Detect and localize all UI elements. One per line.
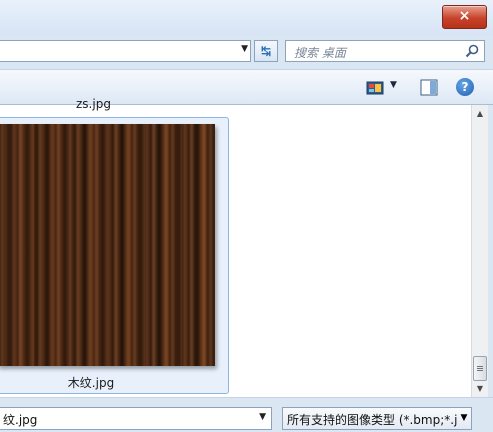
scroll-down-icon[interactable]: ▼: [472, 380, 488, 397]
search-icon[interactable]: [464, 43, 480, 59]
chevron-down-icon[interactable]: ▼: [259, 412, 266, 422]
list-item-label[interactable]: zs.jpg: [76, 97, 111, 111]
vertical-scrollbar[interactable]: ▲ ▼: [471, 105, 488, 397]
refresh-arrows-icon: ↹: [260, 44, 272, 58]
refresh-button[interactable]: ↹: [254, 40, 278, 62]
address-bar[interactable]: ▼: [0, 40, 251, 62]
file-list: zs.jpg 木纹.jpg: [0, 97, 471, 397]
list-item-label: 木纹.jpg: [67, 376, 115, 390]
preview-pane-icon[interactable]: [420, 79, 438, 96]
filename-input[interactable]: 纹.jpg ▼: [0, 407, 272, 430]
filename-value: 纹.jpg: [3, 413, 38, 427]
title-bar: ×: [0, 0, 493, 36]
scroll-thumb[interactable]: [473, 356, 487, 381]
grip-line: [477, 368, 483, 369]
grip-line: [477, 366, 483, 367]
chevron-down-icon[interactable]: ▼: [241, 44, 248, 54]
scroll-up-icon[interactable]: ▲: [472, 105, 488, 122]
file-open-dialog: × ▼ ↹ 搜索 桌面 ▼ ? zs.jpg 木纹.jpg ▲ ▼ 纹.jpg …: [0, 0, 493, 432]
grip-line: [477, 370, 483, 371]
search-input[interactable]: 搜索 桌面: [285, 40, 485, 62]
list-item-selected[interactable]: 木纹.jpg: [0, 117, 229, 394]
bottom-bar: 纹.jpg ▼ 所有支持的图像类型 (*.bmp;*.j ▼: [0, 397, 493, 432]
toolbar: ▼ ?: [0, 69, 493, 105]
change-view-icon[interactable]: [366, 80, 384, 96]
help-button[interactable]: ?: [456, 78, 474, 96]
view-dropdown-icon[interactable]: ▼: [390, 80, 397, 90]
filetype-select[interactable]: 所有支持的图像类型 (*.bmp;*.j ▼: [282, 407, 472, 430]
search-placeholder: 搜索 桌面: [294, 46, 346, 60]
close-button[interactable]: ×: [442, 5, 487, 29]
filetype-value: 所有支持的图像类型 (*.bmp;*.j: [287, 413, 458, 427]
wood-texture-thumbnail: [0, 124, 215, 366]
chevron-down-icon[interactable]: ▼: [457, 408, 471, 429]
